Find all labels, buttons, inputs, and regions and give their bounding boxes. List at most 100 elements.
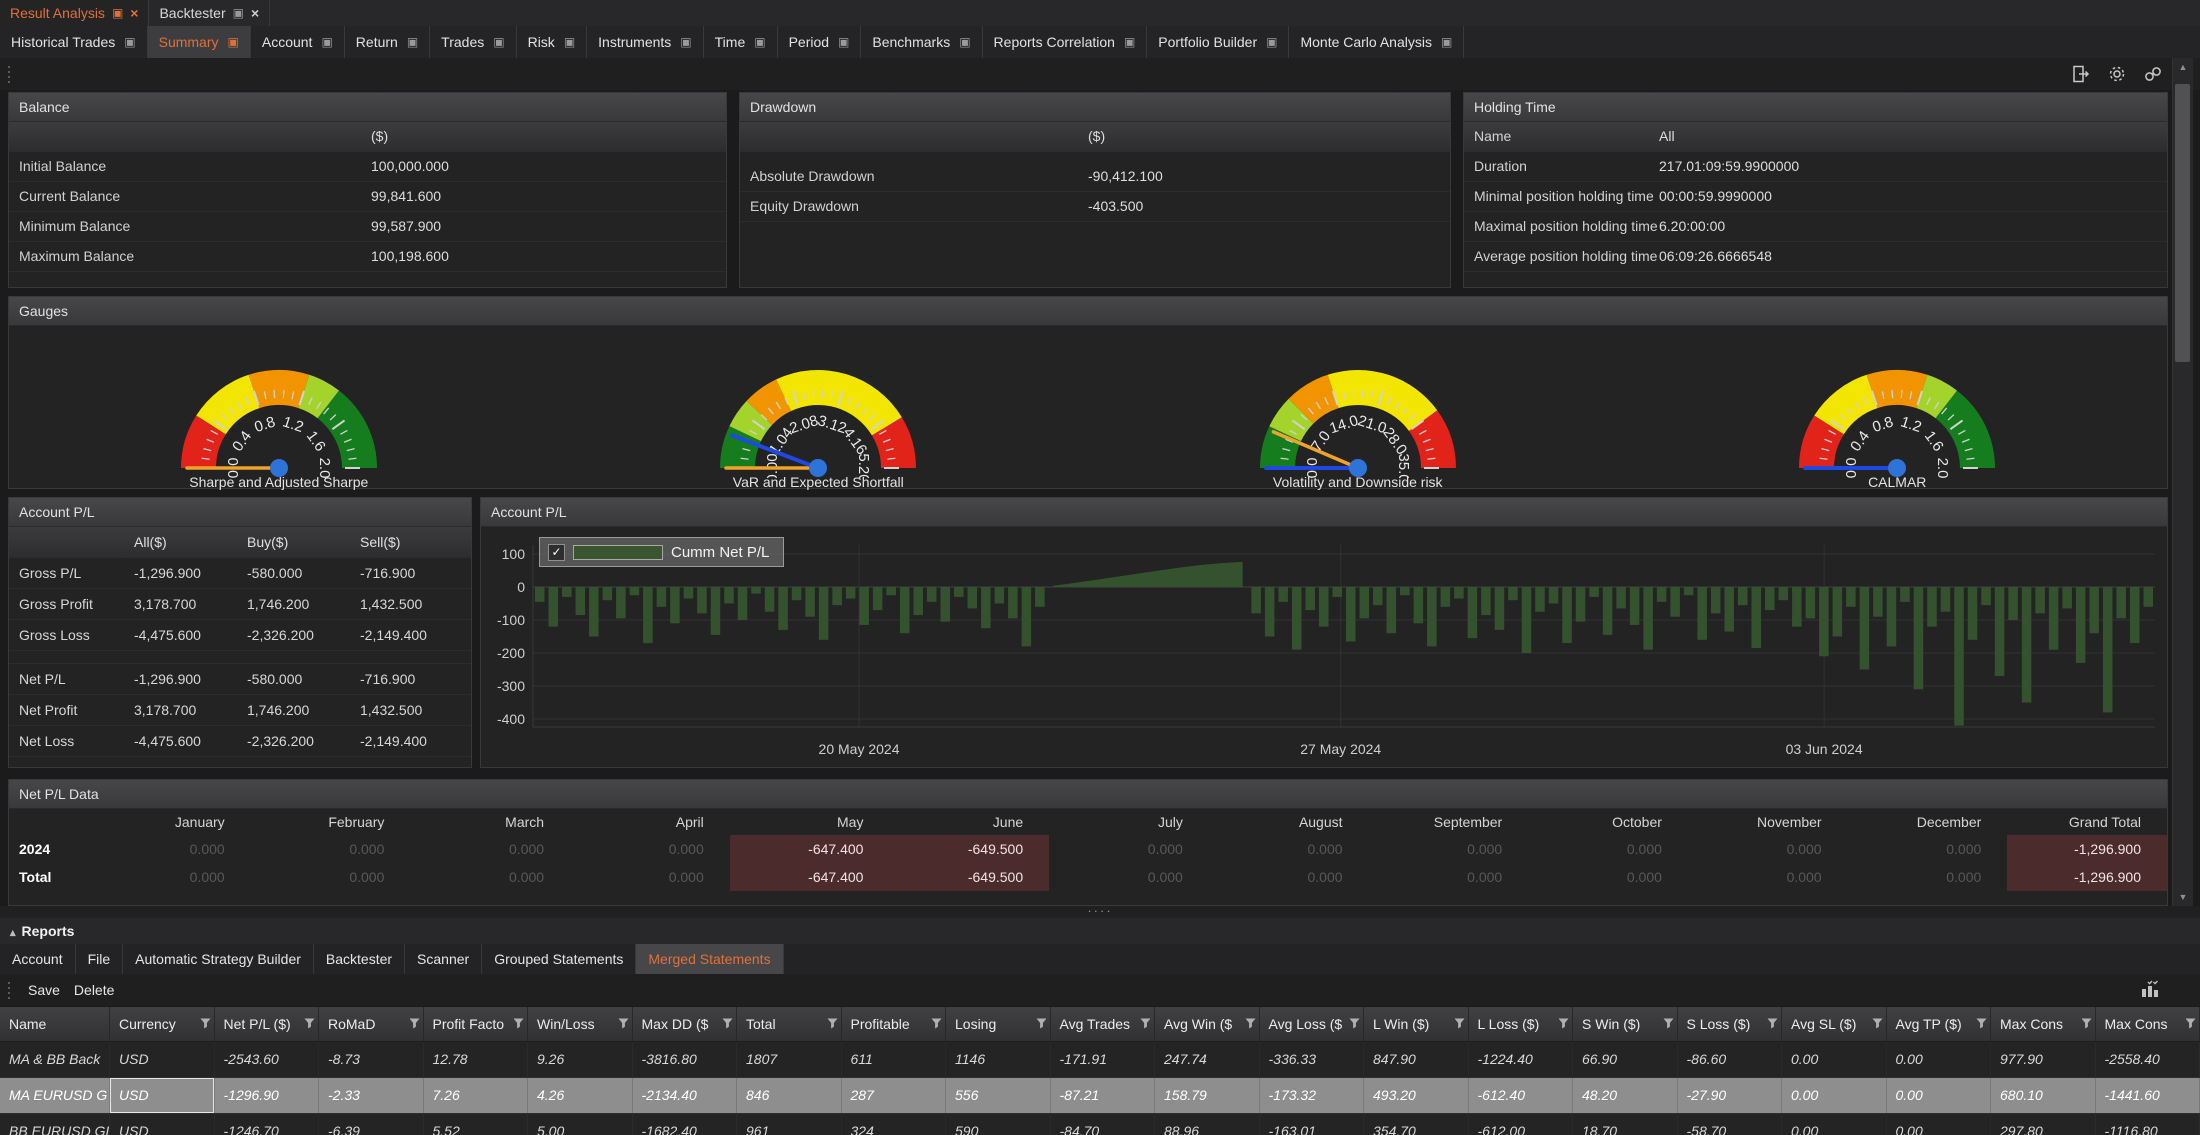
column-header-march[interactable]: March [410,809,570,835]
link-icon[interactable] [2142,63,2164,85]
column-header-november[interactable]: November [1688,809,1848,835]
column-header-s-win[interactable]: S Win ($) [1573,1007,1678,1041]
table-row[interactable]: Gross Loss-4,475.600-2,326.200-2,149.400 [9,620,471,651]
filter-funnel-icon[interactable] [513,1018,524,1029]
reports-tab-merged-statements[interactable]: Merged Statements [636,944,783,974]
close-icon[interactable]: × [251,5,259,21]
column-header-april[interactable]: April [570,809,730,835]
column-header-sell[interactable]: Sell($) [360,527,473,557]
filter-funnel-icon[interactable] [1767,1018,1778,1029]
filter-funnel-icon[interactable] [1036,1018,1047,1029]
export-icon[interactable] [2070,63,2092,85]
vertical-scrollbar[interactable]: ▲ ▼ [2172,58,2193,906]
column-header-total[interactable]: Total [737,1007,842,1041]
filter-funnel-icon[interactable] [722,1018,733,1029]
column-header-august[interactable]: August [1209,809,1369,835]
column-header-avg-sl[interactable]: Avg SL ($) [1782,1007,1887,1041]
table-row[interactable]: MA EURUSD GUSD-1296.90-2.337.264.26-2134… [0,1078,2200,1114]
column-header-september[interactable]: September [1369,809,1529,835]
filter-funnel-icon[interactable] [1976,1018,1987,1029]
tab-benchmarks[interactable]: Benchmarks▣ [861,26,982,58]
tab-portfolio-builder[interactable]: Portfolio Builder▣ [1147,26,1289,58]
tab-trades[interactable]: Trades▣ [430,26,516,58]
column-header-avg-trades[interactable]: Avg Trades [1051,1007,1156,1041]
reports-tab-grouped-statements[interactable]: Grouped Statements [482,944,636,974]
column-header-losing[interactable]: Losing [946,1007,1051,1041]
column-header-avg-loss[interactable]: Avg Loss ($ [1260,1007,1365,1041]
tab-account[interactable]: Account▣ [251,26,345,58]
table-row[interactable]: MA & BB BackUSD-2543.60-8.7312.789.26-38… [0,1042,2200,1078]
column-header-romad[interactable]: RoMaD [319,1007,424,1041]
column-header-october[interactable]: October [1528,809,1688,835]
filter-funnel-icon[interactable] [1663,1018,1674,1029]
column-header-february[interactable]: February [251,809,411,835]
tab-reports-correlation[interactable]: Reports Correlation▣ [983,26,1148,58]
column-header-buy[interactable]: Buy($) [247,527,360,557]
column-header-max-dd[interactable]: Max DD ($ [633,1007,738,1041]
collapse-icon[interactable]: ▴ [10,927,16,939]
tab-instruments[interactable]: Instruments▣ [587,26,703,58]
column-header-net-p-l[interactable]: Net P/L ($) [215,1007,320,1041]
table-row[interactable]: Total0.0000.0000.0000.000-647.400-649.50… [9,863,2167,891]
filter-funnel-icon[interactable] [1140,1018,1151,1029]
table-row[interactable]: 20240.0000.0000.0000.000-647.400-649.500… [9,835,2167,863]
tab-summary[interactable]: Summary▣ [148,26,251,58]
reports-section-header[interactable]: ▴Reports [0,918,2200,944]
column-header-july[interactable]: July [1049,809,1209,835]
column-header-december[interactable]: December [1848,809,2008,835]
legend-checkbox[interactable]: ✓ [548,544,565,561]
column-header-avg-tp[interactable]: Avg TP ($) [1887,1007,1992,1041]
filter-funnel-icon[interactable] [618,1018,629,1029]
column-header-profit-facto[interactable]: Profit Facto [424,1007,529,1041]
filter-funnel-icon[interactable] [1349,1018,1360,1029]
reports-tab-automatic-strategy-builder[interactable]: Automatic Strategy Builder [123,944,314,974]
tab-time[interactable]: Time▣ [704,26,778,58]
scroll-up-icon[interactable]: ▲ [2173,58,2193,76]
column-header-l-win[interactable]: L Win ($) [1364,1007,1469,1041]
reports-tab-file[interactable]: File [76,944,124,974]
filter-funnel-icon[interactable] [304,1018,315,1029]
close-icon[interactable]: × [130,5,138,21]
column-header-june[interactable]: June [889,809,1049,835]
column-header-win-loss[interactable]: Win/Loss [528,1007,633,1041]
table-row[interactable]: Gross Profit3,178.7001,746.2001,432.500 [9,589,471,620]
filter-funnel-icon[interactable] [1872,1018,1883,1029]
column-header-grand-total[interactable]: Grand Total [2007,809,2167,835]
table-row[interactable]: Net Loss-4,475.600-2,326.200-2,149.400 [9,726,471,757]
filter-funnel-icon[interactable] [409,1018,420,1029]
column-header-avg-win[interactable]: Avg Win ($ [1155,1007,1260,1041]
filter-funnel-icon[interactable] [1454,1018,1465,1029]
column-header-max-cons[interactable]: Max Cons [1991,1007,2096,1041]
column-header-name[interactable]: Name [0,1007,110,1041]
tab-historical-trades[interactable]: Historical Trades▣ [0,26,148,58]
column-header-may[interactable]: May [730,809,890,835]
column-header-s-loss[interactable]: S Loss ($) [1678,1007,1783,1041]
filter-funnel-icon[interactable] [1245,1018,1256,1029]
filter-funnel-icon[interactable] [2081,1018,2092,1029]
column-header-profitable[interactable]: Profitable [842,1007,947,1041]
filter-funnel-icon[interactable] [1558,1018,1569,1029]
tab-monte-carlo-analysis[interactable]: Monte Carlo Analysis▣ [1289,26,1464,58]
scroll-down-icon[interactable]: ▼ [2173,888,2193,906]
doc-tab-result-analysis[interactable]: Result Analysis ▣ × [0,0,149,26]
filter-funnel-icon[interactable] [200,1018,211,1029]
reports-tab-scanner[interactable]: Scanner [405,944,482,974]
chart-legend[interactable]: ✓ Cumm Net P/L [539,537,784,567]
doc-tab-backtester[interactable]: Backtester ▣ × [149,0,270,26]
drag-grip-icon[interactable] [8,66,10,83]
tab-return[interactable]: Return▣ [345,26,430,58]
filter-funnel-icon[interactable] [931,1018,942,1029]
drag-grip-icon[interactable] [8,982,10,999]
column-header-max-cons[interactable]: Max Cons [2096,1007,2200,1041]
column-header-l-loss[interactable]: L Loss ($) [1469,1007,1574,1041]
table-row[interactable]: Gross P/L-1,296.900-580.000-716.900 [9,558,471,589]
tab-period[interactable]: Period▣ [778,26,862,58]
column-header-all[interactable]: All($) [134,527,247,557]
column-header-currency[interactable]: Currency [110,1007,215,1041]
save-button[interactable]: Save [28,982,60,998]
table-row[interactable]: Net Profit3,178.7001,746.2001,432.500 [9,695,471,726]
table-row[interactable]: BB EURUSD GLUSD-1246.70-6.395.525.00-168… [0,1114,2200,1135]
reports-tab-backtester[interactable]: Backtester [314,944,405,974]
reports-tab-account[interactable]: Account [0,944,76,974]
filter-funnel-icon[interactable] [827,1018,838,1029]
